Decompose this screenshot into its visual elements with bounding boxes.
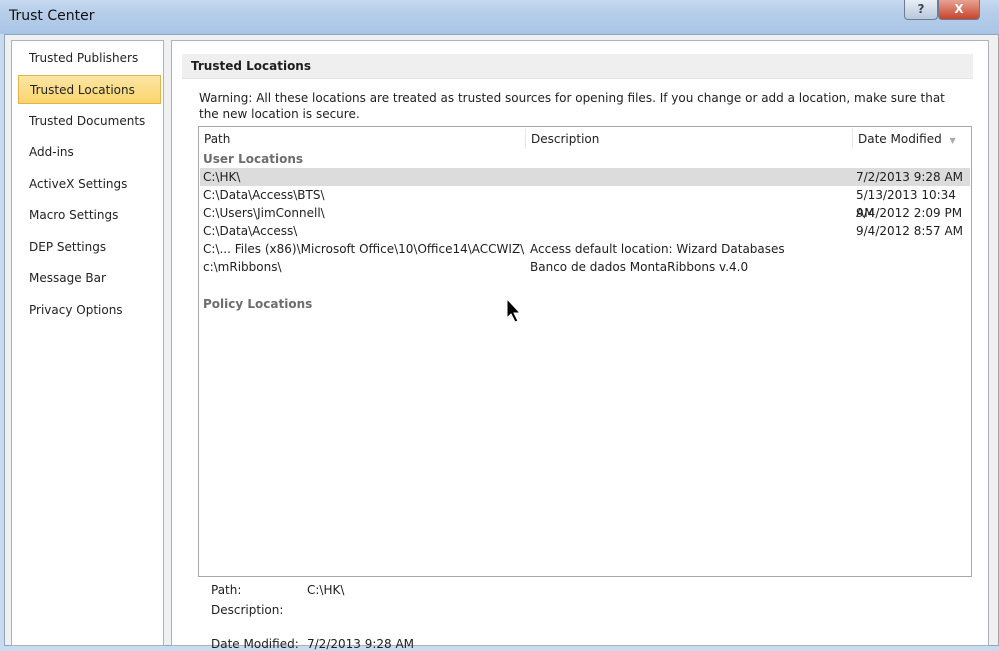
sidebar-item-trusted-documents[interactable]: Trusted Documents bbox=[18, 107, 161, 136]
column-header-path[interactable]: Path bbox=[199, 129, 526, 149]
sidebar-item-activex-settings[interactable]: ActiveX Settings bbox=[18, 170, 161, 199]
sidebar: Trusted Publishers Trusted Locations Tru… bbox=[11, 40, 164, 646]
row-date: 9/4/2012 2:09 PM bbox=[856, 206, 963, 220]
row-date: 9/4/2012 8:57 AM bbox=[856, 224, 964, 238]
row-path: C:\Users\JimConnell\ bbox=[203, 206, 325, 220]
table-row[interactable]: C:\HK\ 7/2/2013 9:28 AM bbox=[200, 168, 970, 186]
row-path: C:\Data\Access\BTS\ bbox=[203, 188, 325, 202]
sidebar-item-trusted-publishers[interactable]: Trusted Publishers bbox=[18, 44, 161, 73]
date-header-label: Date Modified bbox=[858, 132, 942, 146]
sort-arrow-icon: ▼ bbox=[949, 136, 956, 145]
detail-date-label: Date Modified: bbox=[211, 637, 299, 651]
group-user-locations: User Locations bbox=[203, 152, 304, 166]
row-description: Access default location: Wizard Database… bbox=[530, 242, 785, 256]
row-description: Banco de dados MontaRibbons v.4.0 bbox=[530, 260, 749, 274]
sidebar-item-add-ins[interactable]: Add-ins bbox=[18, 138, 161, 167]
detail-description-label: Description: bbox=[211, 603, 284, 617]
close-button[interactable]: X bbox=[938, 0, 980, 20]
row-path: C:\HK\ bbox=[203, 170, 241, 184]
detail-date-value: 7/2/2013 9:28 AM bbox=[307, 637, 415, 651]
column-header-description[interactable]: Description bbox=[526, 129, 853, 149]
table-row[interactable]: C:\Data\Access\BTS\ 5/13/2013 10:34 AM bbox=[200, 186, 970, 220]
table-row[interactable]: C:\... Files (x86)\Microsoft Office\10\O… bbox=[200, 240, 970, 258]
mouse-cursor-icon bbox=[506, 298, 522, 323]
sidebar-item-trusted-locations[interactable]: Trusted Locations bbox=[18, 75, 161, 104]
title-bar: Trust Center ? X bbox=[0, 0, 999, 34]
column-header-date[interactable]: Date Modified ▼ bbox=[853, 129, 971, 149]
detail-path-label: Path: bbox=[211, 583, 242, 597]
table-row[interactable]: C:\Data\Access\ 9/4/2012 8:57 AM bbox=[200, 222, 970, 240]
detail-path-value: C:\HK\ bbox=[307, 583, 345, 597]
sidebar-item-dep-settings[interactable]: DEP Settings bbox=[18, 233, 161, 262]
help-button[interactable]: ? bbox=[904, 0, 938, 20]
sidebar-item-message-bar[interactable]: Message Bar bbox=[18, 264, 161, 293]
table-row[interactable]: C:\Users\JimConnell\ 9/4/2012 2:09 PM bbox=[200, 204, 970, 222]
sidebar-item-macro-settings[interactable]: Macro Settings bbox=[18, 201, 161, 230]
window-title: Trust Center bbox=[9, 8, 95, 24]
warning-text: Warning: All these locations are treated… bbox=[199, 91, 945, 121]
locations-list[interactable]: Path Description Date Modified ▼ User Lo… bbox=[198, 126, 972, 577]
row-path: c:\mRibbons\ bbox=[203, 260, 282, 274]
row-date: 7/2/2013 9:28 AM bbox=[856, 170, 964, 184]
row-path: C:\... Files (x86)\Microsoft Office\10\O… bbox=[203, 242, 525, 256]
section-title: Trusted Locations bbox=[182, 54, 973, 79]
main-panel: Trusted Locations Warning: All these loc… bbox=[171, 40, 989, 651]
sidebar-item-privacy-options[interactable]: Privacy Options bbox=[18, 296, 161, 325]
group-policy-locations: Policy Locations bbox=[203, 297, 313, 311]
row-path: C:\Data\Access\ bbox=[203, 224, 298, 238]
table-row[interactable]: c:\mRibbons\ Banco de dados MontaRibbons … bbox=[200, 258, 970, 276]
